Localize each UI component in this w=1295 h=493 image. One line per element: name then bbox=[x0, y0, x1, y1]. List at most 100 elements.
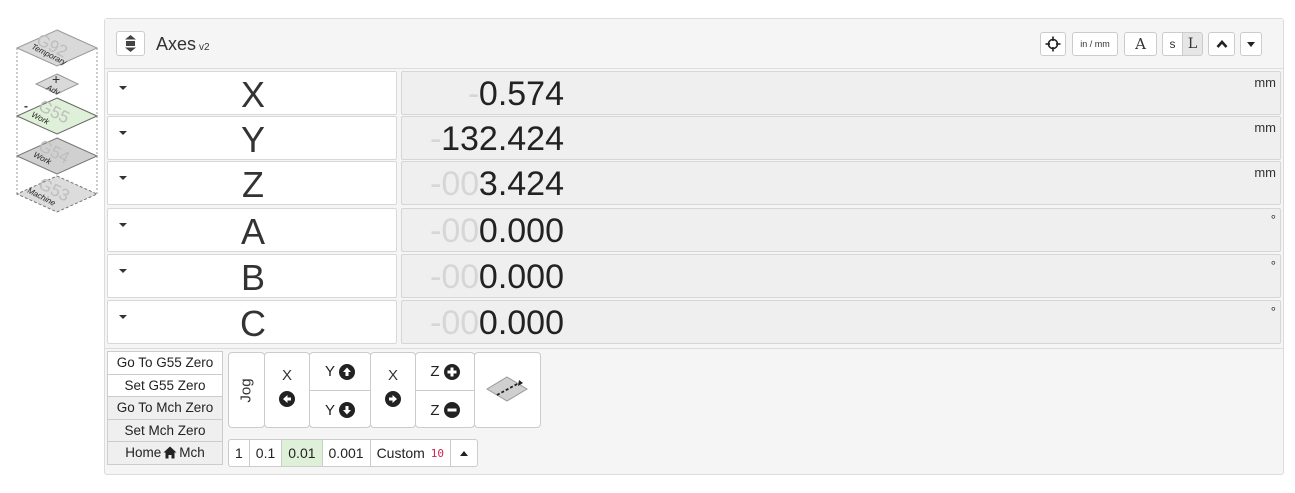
a-axis-toggle-button[interactable]: A bbox=[1124, 32, 1157, 56]
step-0-01-button[interactable]: 0.01 bbox=[281, 439, 323, 467]
toolpath-button[interactable] bbox=[1040, 32, 1066, 56]
axis-name: A bbox=[240, 211, 265, 252]
crosshair-icon bbox=[1045, 36, 1061, 52]
axis-stack-icon bbox=[125, 35, 136, 52]
axis-position-cell[interactable]: -00 0.000 ° bbox=[401, 300, 1281, 344]
axis-menu-caret-icon[interactable] bbox=[119, 131, 127, 135]
axis-unit: ° bbox=[1270, 212, 1276, 227]
axis-name: B bbox=[240, 257, 265, 298]
widget-dropdown-button[interactable] bbox=[1240, 32, 1262, 56]
plus-circle-icon bbox=[443, 363, 460, 380]
axis-position-value: 132.424 bbox=[441, 120, 564, 158]
jog-label-block: Jog bbox=[228, 352, 265, 428]
axis-row-b: B -00 0.000 ° bbox=[107, 254, 1281, 298]
widget-header: Axes v2 in / mm A s L bbox=[105, 19, 1283, 69]
step-custom-button[interactable]: Custom 10 bbox=[369, 439, 452, 467]
widget-title-text: Axes bbox=[156, 34, 197, 54]
jog-x-minus-label: X bbox=[281, 367, 292, 384]
axis-label-cell: C bbox=[107, 300, 397, 344]
jog-label: Jog bbox=[238, 377, 255, 403]
collapse-button[interactable] bbox=[1208, 32, 1235, 56]
step-0-001-button[interactable]: 0.001 bbox=[321, 439, 371, 467]
axis-position-cell[interactable]: - 132.424 mm bbox=[401, 116, 1281, 160]
chevron-up-icon bbox=[1216, 40, 1227, 48]
jog-x-plus-label: X bbox=[387, 367, 398, 384]
units-toggle-button[interactable]: in / mm bbox=[1072, 32, 1118, 56]
axis-unit: ° bbox=[1270, 258, 1276, 273]
axis-label-cell: A bbox=[107, 208, 397, 252]
step-0-1-button[interactable]: 0.1 bbox=[248, 439, 283, 467]
axis-position-cell[interactable]: -00 3.424 mm bbox=[401, 161, 1281, 205]
jog-z-minus-button[interactable]: Z bbox=[416, 391, 474, 429]
axis-menu-caret-icon[interactable] bbox=[119, 269, 127, 273]
axis-unit: mm bbox=[1254, 120, 1276, 135]
axis-unit: mm bbox=[1254, 165, 1276, 180]
axis-label-cell: Z bbox=[107, 161, 397, 205]
home-label: Home bbox=[125, 445, 162, 461]
minus-circle-icon bbox=[443, 402, 460, 418]
jog-x-minus-button[interactable]: X bbox=[264, 352, 310, 428]
jog-z-plus-button[interactable]: Z bbox=[416, 353, 474, 391]
axis-position-cell[interactable]: - 0.574 mm bbox=[401, 71, 1281, 115]
axis-row-x: X - 0.574 mm bbox=[107, 71, 1281, 115]
axis-position-value: 0.000 bbox=[478, 304, 564, 342]
jog-z-plus-label: Z bbox=[430, 363, 440, 380]
axis-menu-caret-icon[interactable] bbox=[119, 176, 127, 180]
arrow-up-circle-icon bbox=[339, 363, 355, 380]
axis-name: C bbox=[240, 303, 266, 344]
wcs-stack: G92 Temporary + Adv - G55 Work G54 Work … bbox=[14, 26, 100, 226]
jog-x-plus-button[interactable]: X bbox=[370, 352, 416, 428]
jog-y-minus-button[interactable]: Y bbox=[310, 391, 370, 429]
widget-title: Axes v2 bbox=[156, 34, 210, 55]
widget-menu-button[interactable] bbox=[116, 31, 145, 56]
arrow-left-circle-icon bbox=[279, 391, 295, 412]
axis-menu-caret-icon[interactable] bbox=[119, 223, 127, 227]
jog-plane-button[interactable] bbox=[474, 352, 541, 428]
axis-position-value: 0.000 bbox=[478, 258, 564, 296]
size-small-button[interactable]: s bbox=[1162, 32, 1183, 56]
axis-position-cell[interactable]: -00 0.000 ° bbox=[401, 208, 1281, 252]
axis-menu-caret-icon[interactable] bbox=[119, 86, 127, 90]
axis-label-cell: Y bbox=[107, 116, 397, 160]
jog-z-minus-label: Z bbox=[430, 401, 440, 419]
step-custom-label: Custom bbox=[376, 445, 425, 461]
axis-row-a: A -00 0.000 ° bbox=[107, 208, 1281, 252]
arrow-down-circle-icon bbox=[339, 402, 355, 418]
axis-position-value: 3.424 bbox=[478, 165, 564, 203]
jog-y-group: Y Y bbox=[309, 352, 371, 428]
jog-y-plus-label: Y bbox=[324, 363, 335, 380]
wcs-minus-button[interactable]: - bbox=[24, 99, 28, 113]
axis-unit: ° bbox=[1270, 304, 1276, 319]
axis-position-value: 0.000 bbox=[478, 212, 564, 250]
home-mch-button[interactable]: Home Mch bbox=[107, 441, 223, 465]
axis-name: Z bbox=[242, 164, 264, 205]
step-menu-button[interactable] bbox=[450, 439, 479, 467]
axis-label-cell: X bbox=[107, 71, 397, 115]
mch-label: Mch bbox=[179, 445, 205, 461]
jog-y-plus-button[interactable]: Y bbox=[310, 353, 370, 391]
axis-unit: mm bbox=[1254, 75, 1276, 90]
step-1-button[interactable]: 1 bbox=[228, 439, 250, 467]
caret-up-icon bbox=[460, 450, 469, 456]
jog-plane-icon bbox=[486, 376, 528, 402]
set-g55-zero-button[interactable]: Set G55 Zero bbox=[107, 373, 223, 397]
axis-row-c: C -00 0.000 ° bbox=[107, 300, 1281, 344]
jog-z-group: Z Z bbox=[415, 352, 475, 428]
size-large-button[interactable]: L bbox=[1182, 32, 1203, 56]
caret-down-icon bbox=[1247, 41, 1255, 47]
axis-name: Y bbox=[240, 119, 265, 160]
step-size-group: 1 0.1 0.01 0.001 Custom 10 bbox=[228, 439, 479, 467]
jog-label-wrap: Jog bbox=[229, 353, 264, 427]
axis-position-cell[interactable]: -00 0.000 ° bbox=[401, 254, 1281, 298]
set-mch-zero-button[interactable]: Set Mch Zero bbox=[107, 418, 223, 442]
a-axis-label: A bbox=[1135, 35, 1146, 53]
axis-position-value: 0.574 bbox=[478, 75, 564, 113]
step-custom-value: 10 bbox=[430, 446, 445, 460]
home-icon bbox=[163, 446, 177, 459]
axis-menu-caret-icon[interactable] bbox=[119, 315, 127, 319]
goto-mch-zero-button[interactable]: Go To Mch Zero bbox=[107, 396, 223, 420]
goto-g55-zero-button[interactable]: Go To G55 Zero bbox=[107, 351, 223, 375]
axis-name: X bbox=[240, 74, 265, 115]
axes-widget: Axes v2 in / mm A s L X - 0.574 mm Y - 1… bbox=[104, 18, 1284, 475]
zero-button-group: Go To G55 Zero Set G55 Zero Go To Mch Ze… bbox=[107, 351, 223, 465]
